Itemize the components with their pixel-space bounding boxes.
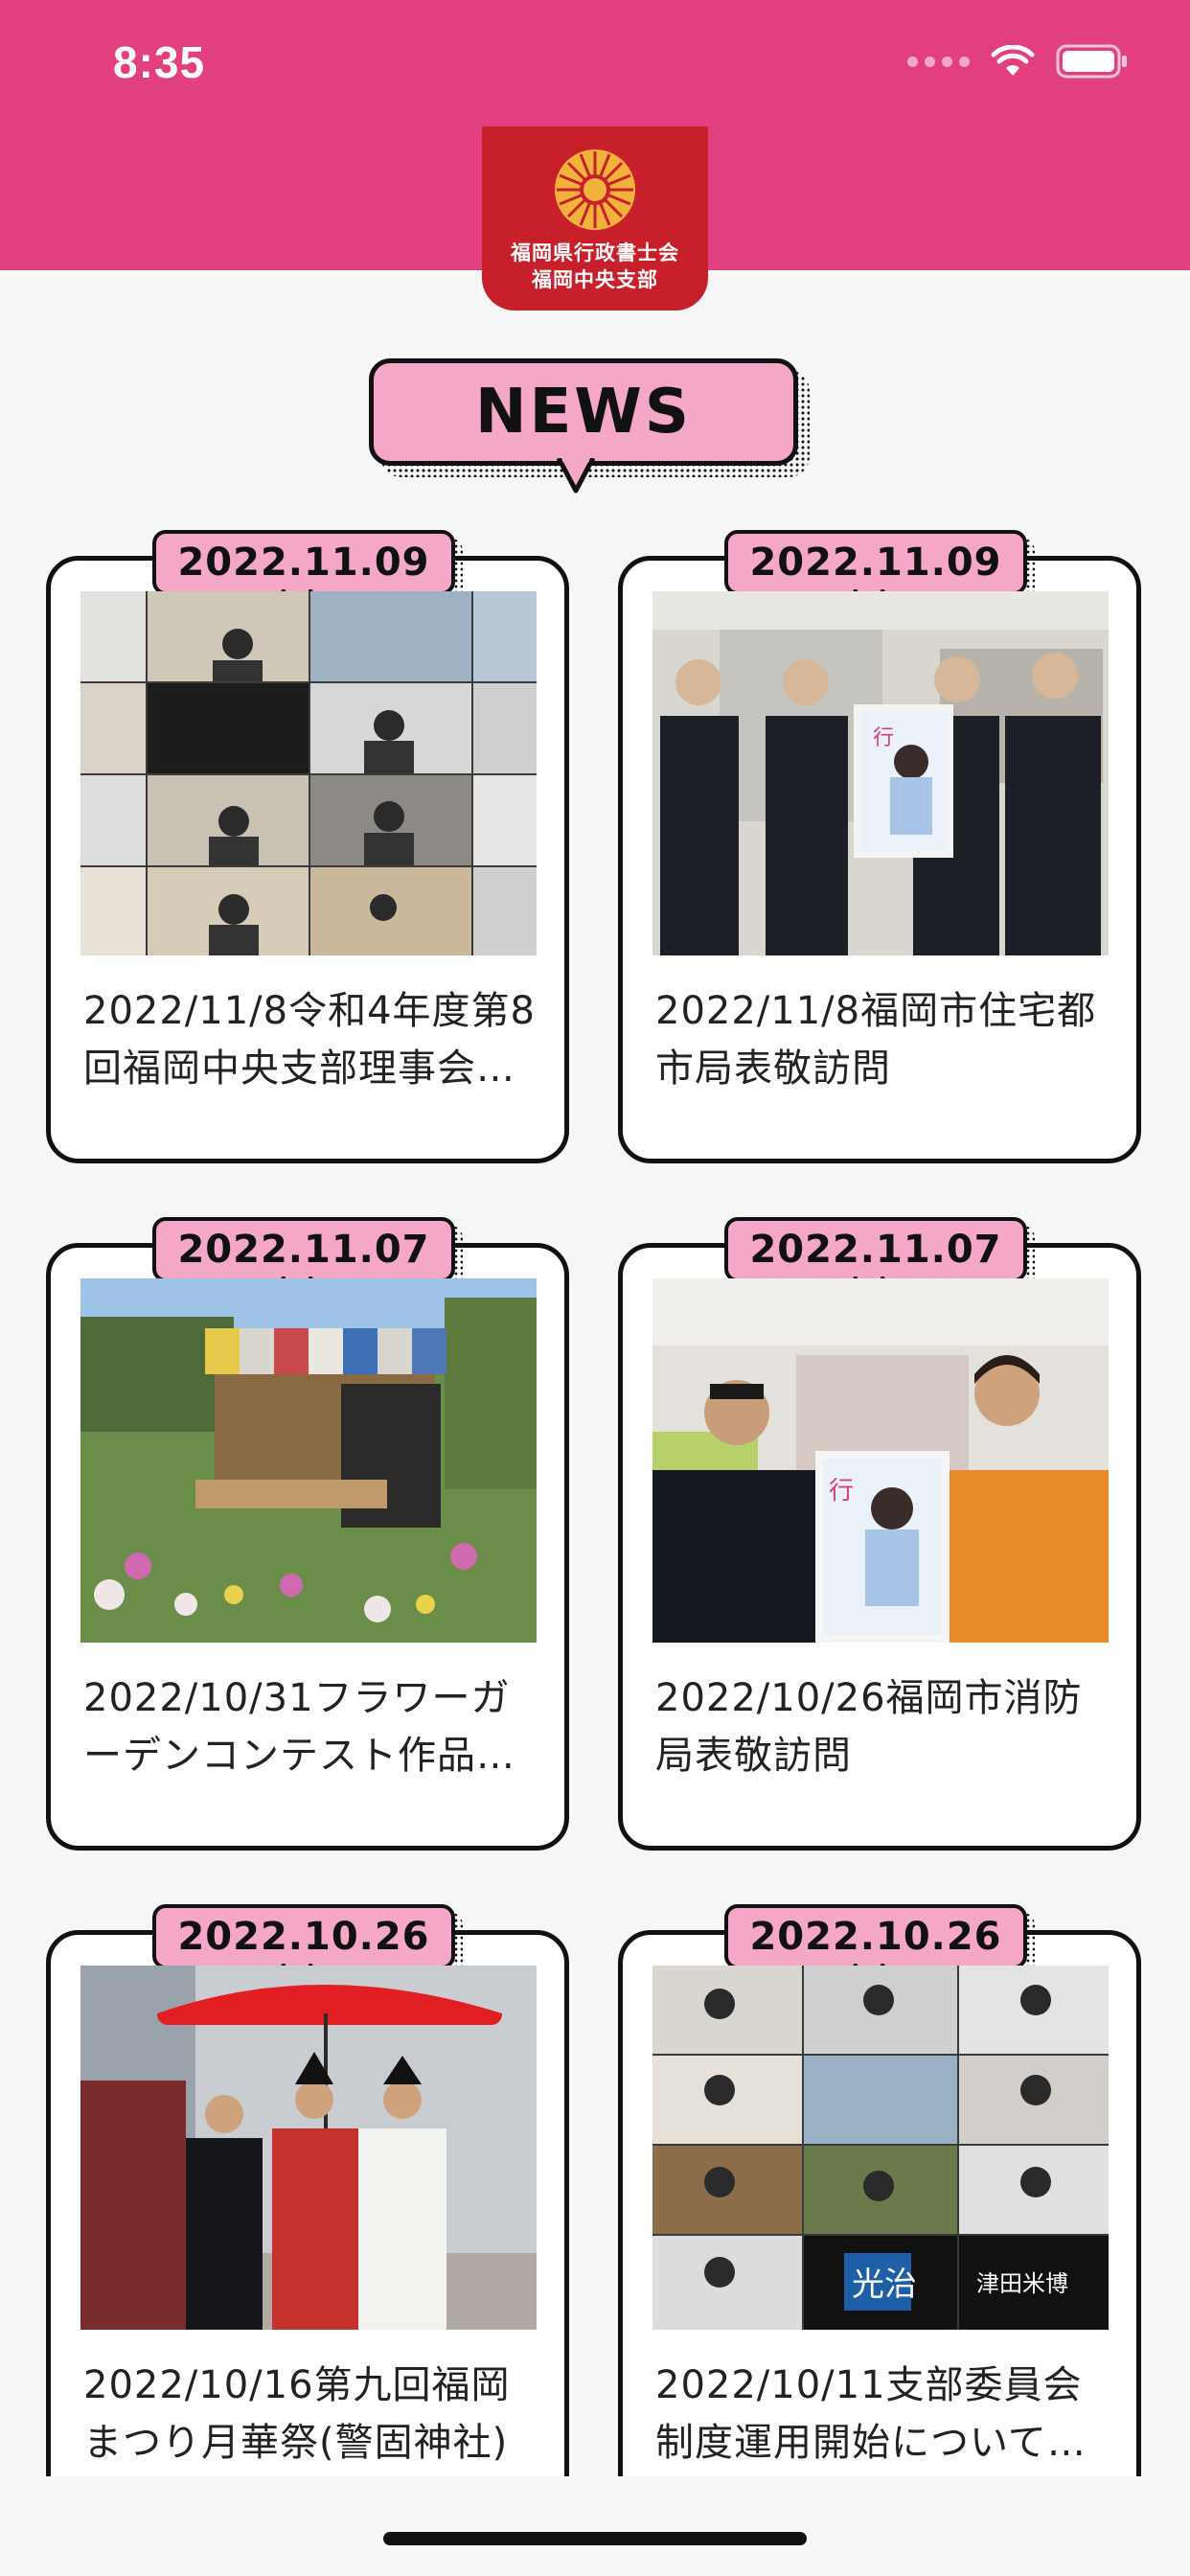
news-thumbnail — [80, 1966, 537, 2330]
wifi-icon — [991, 45, 1035, 76]
news-title: 2022/10/16第九回福岡まつり月華祭(警固神社) — [83, 2363, 511, 2465]
news-card[interactable]: 2022.11.09 行 2022/11/8福岡市住宅都市局表敬訪問 — [618, 530, 1141, 1163]
news-card[interactable]: 2022.11.07 2022/10/31フラワーガーデンコンテスト作品展… — [46, 1217, 569, 1851]
news-title: 2022/10/26福岡市消防局表敬訪問 — [655, 1676, 1083, 1778]
news-thumbnail: 光治 津田米博 — [652, 1966, 1109, 2330]
svg-text:行: 行 — [829, 1477, 854, 1506]
news-card[interactable]: 2022.10.26 2022/10/16第九回福岡まつり月華祭(警固神社) — [46, 1904, 569, 2538]
news-card[interactable]: 2022.11.07 行 2022/10/26福岡市消防局表敬訪問 — [618, 1217, 1141, 1851]
news-thumbnail: 行 — [652, 591, 1109, 955]
news-title: 2022/11/8福岡市住宅都市局表敬訪問 — [655, 989, 1097, 1091]
svg-text:光治: 光治 — [852, 2266, 917, 2304]
news-title: 2022/10/11支部委員会制度運用開始についての… — [655, 2363, 1083, 2465]
cellular-signal-icon — [907, 56, 970, 67]
brand-name-line2: 福岡中央支部 — [532, 268, 658, 291]
news-date: 2022.10.26 — [724, 1904, 1027, 1969]
home-indicator[interactable] — [383, 2532, 807, 2545]
status-time: 8:35 — [113, 37, 206, 87]
news-heading: NEWS — [369, 358, 819, 502]
news-date: 2022.11.09 — [724, 530, 1027, 595]
news-heading-label: NEWS — [369, 358, 798, 466]
news-card[interactable]: 2022.11.09 2022/11/8令和4年度第8回福岡中央支部理事会… — [46, 530, 569, 1163]
news-date: 2022.10.26 — [152, 1904, 455, 1969]
news-thumbnail — [80, 1278, 537, 1643]
brand-name-line1: 福岡県行政書士会 — [511, 242, 679, 264]
news-date: 2022.11.09 — [152, 530, 455, 595]
news-title: 2022/11/8令和4年度第8回福岡中央支部理事会… — [83, 989, 536, 1091]
news-title: 2022/10/31フラワーガーデンコンテスト作品展… — [83, 1676, 511, 1778]
news-date: 2022.11.07 — [152, 1217, 455, 1282]
battery-icon — [1056, 44, 1127, 79]
bottom-area — [0, 2476, 1190, 2576]
news-thumbnail — [80, 591, 537, 955]
svg-text:行: 行 — [873, 726, 894, 750]
news-card[interactable]: 2022.10.26 光治 津田米博 2022/10/11支部委員会制度運用開始… — [618, 1904, 1141, 2538]
status-icons — [907, 44, 1129, 79]
news-date: 2022.11.07 — [724, 1217, 1027, 1282]
chrysanthemum-emblem-icon — [555, 150, 635, 230]
svg-text:津田米博: 津田米博 — [976, 2270, 1068, 2297]
brand-logo[interactable]: 福岡県行政書士会 福岡中央支部 — [482, 126, 708, 310]
news-thumbnail: 行 — [652, 1278, 1109, 1643]
